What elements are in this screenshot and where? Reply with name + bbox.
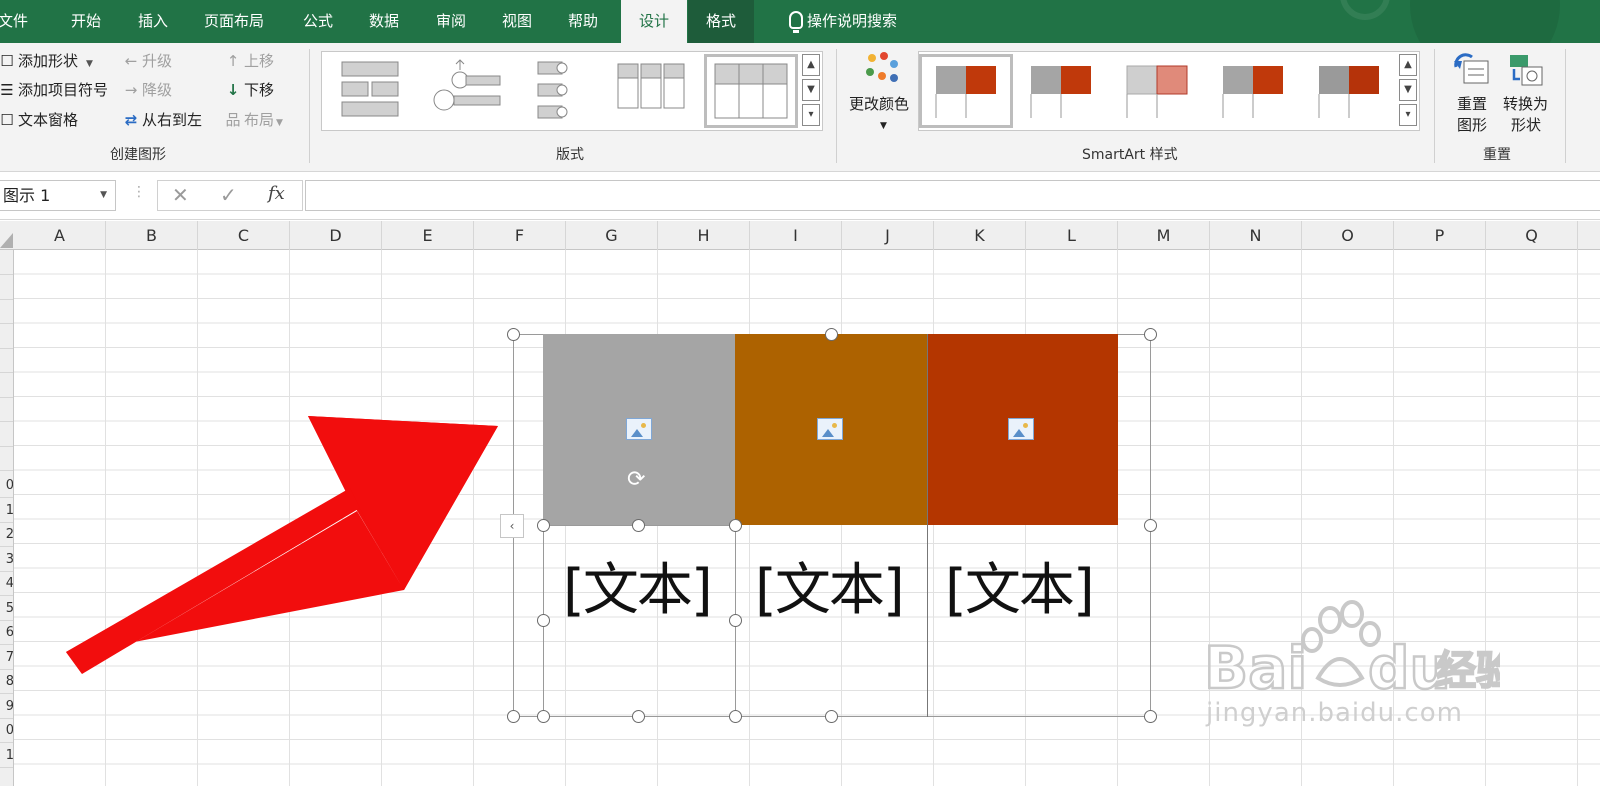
svg-text:Bai: Bai <box>1204 634 1307 702</box>
watermark-url: jingyan.baidu.com <box>1206 698 1463 728</box>
svg-text:经验: 经验 <box>1436 648 1500 694</box>
excel-window: 文件 开始 插入 页面布局 公式 数据 审阅 视图 帮助 设计 格式 操作说明搜… <box>0 0 1600 786</box>
